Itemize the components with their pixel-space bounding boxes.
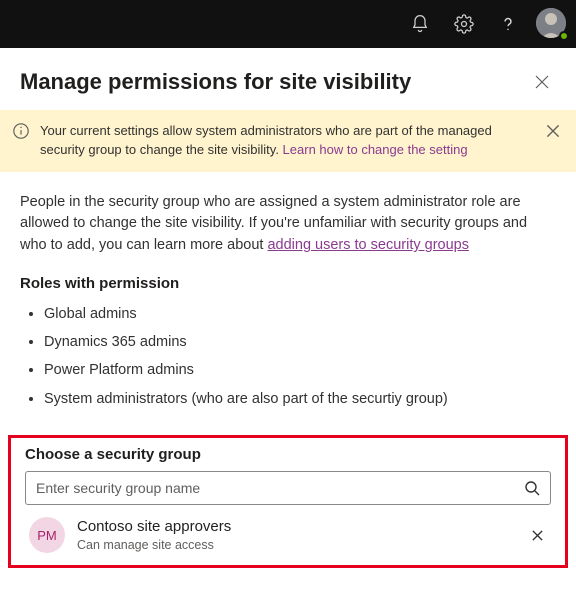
panel-title: Manage permissions for site visibility — [20, 69, 411, 95]
group-name: Contoso site approvers — [77, 517, 515, 537]
group-picker-heading: Choose a security group — [25, 446, 551, 463]
settings-button[interactable] — [444, 4, 484, 44]
help-button[interactable] — [488, 4, 528, 44]
permissions-panel: Manage permissions for site visibility Y… — [0, 48, 576, 568]
presence-indicator — [559, 31, 569, 41]
notifications-button[interactable] — [400, 4, 440, 44]
app-top-bar — [0, 0, 576, 48]
group-subtitle: Can manage site access — [77, 537, 515, 553]
role-item: Global admins — [44, 300, 556, 328]
roles-heading: Roles with permission — [0, 269, 576, 300]
role-item: Power Platform admins — [44, 356, 556, 384]
close-panel-button[interactable] — [528, 68, 556, 96]
group-avatar: PM — [29, 517, 65, 553]
security-group-section: Choose a security group PM Contoso site … — [8, 435, 568, 568]
panel-header: Manage permissions for site visibility — [0, 48, 576, 110]
gear-icon — [454, 14, 474, 34]
intro-text: People in the security group who are ass… — [0, 172, 576, 269]
selected-group-row: PM Contoso site approvers Can manage sit… — [25, 505, 551, 553]
group-text: Contoso site approvers Can manage site a… — [77, 517, 515, 553]
close-icon — [531, 529, 544, 542]
banner-close-button[interactable] — [544, 122, 562, 140]
remove-group-button[interactable] — [527, 525, 547, 545]
security-group-search[interactable] — [25, 471, 551, 505]
info-banner: Your current settings allow system admin… — [0, 110, 576, 172]
banner-learn-link[interactable]: Learn how to change the setting — [283, 142, 468, 157]
security-group-input[interactable] — [36, 480, 524, 496]
info-icon — [12, 122, 30, 140]
search-icon — [524, 480, 540, 496]
banner-text: Your current settings allow system admin… — [40, 122, 534, 160]
roles-list: Global admins Dynamics 365 admins Power … — [0, 300, 576, 421]
bell-icon — [410, 14, 430, 34]
role-item: Dynamics 365 admins — [44, 328, 556, 356]
role-item: System administrators (who are also part… — [44, 385, 556, 413]
question-icon — [498, 14, 518, 34]
adding-users-link[interactable]: adding users to security groups — [267, 237, 469, 253]
user-avatar[interactable] — [536, 8, 568, 40]
close-icon — [534, 74, 550, 90]
